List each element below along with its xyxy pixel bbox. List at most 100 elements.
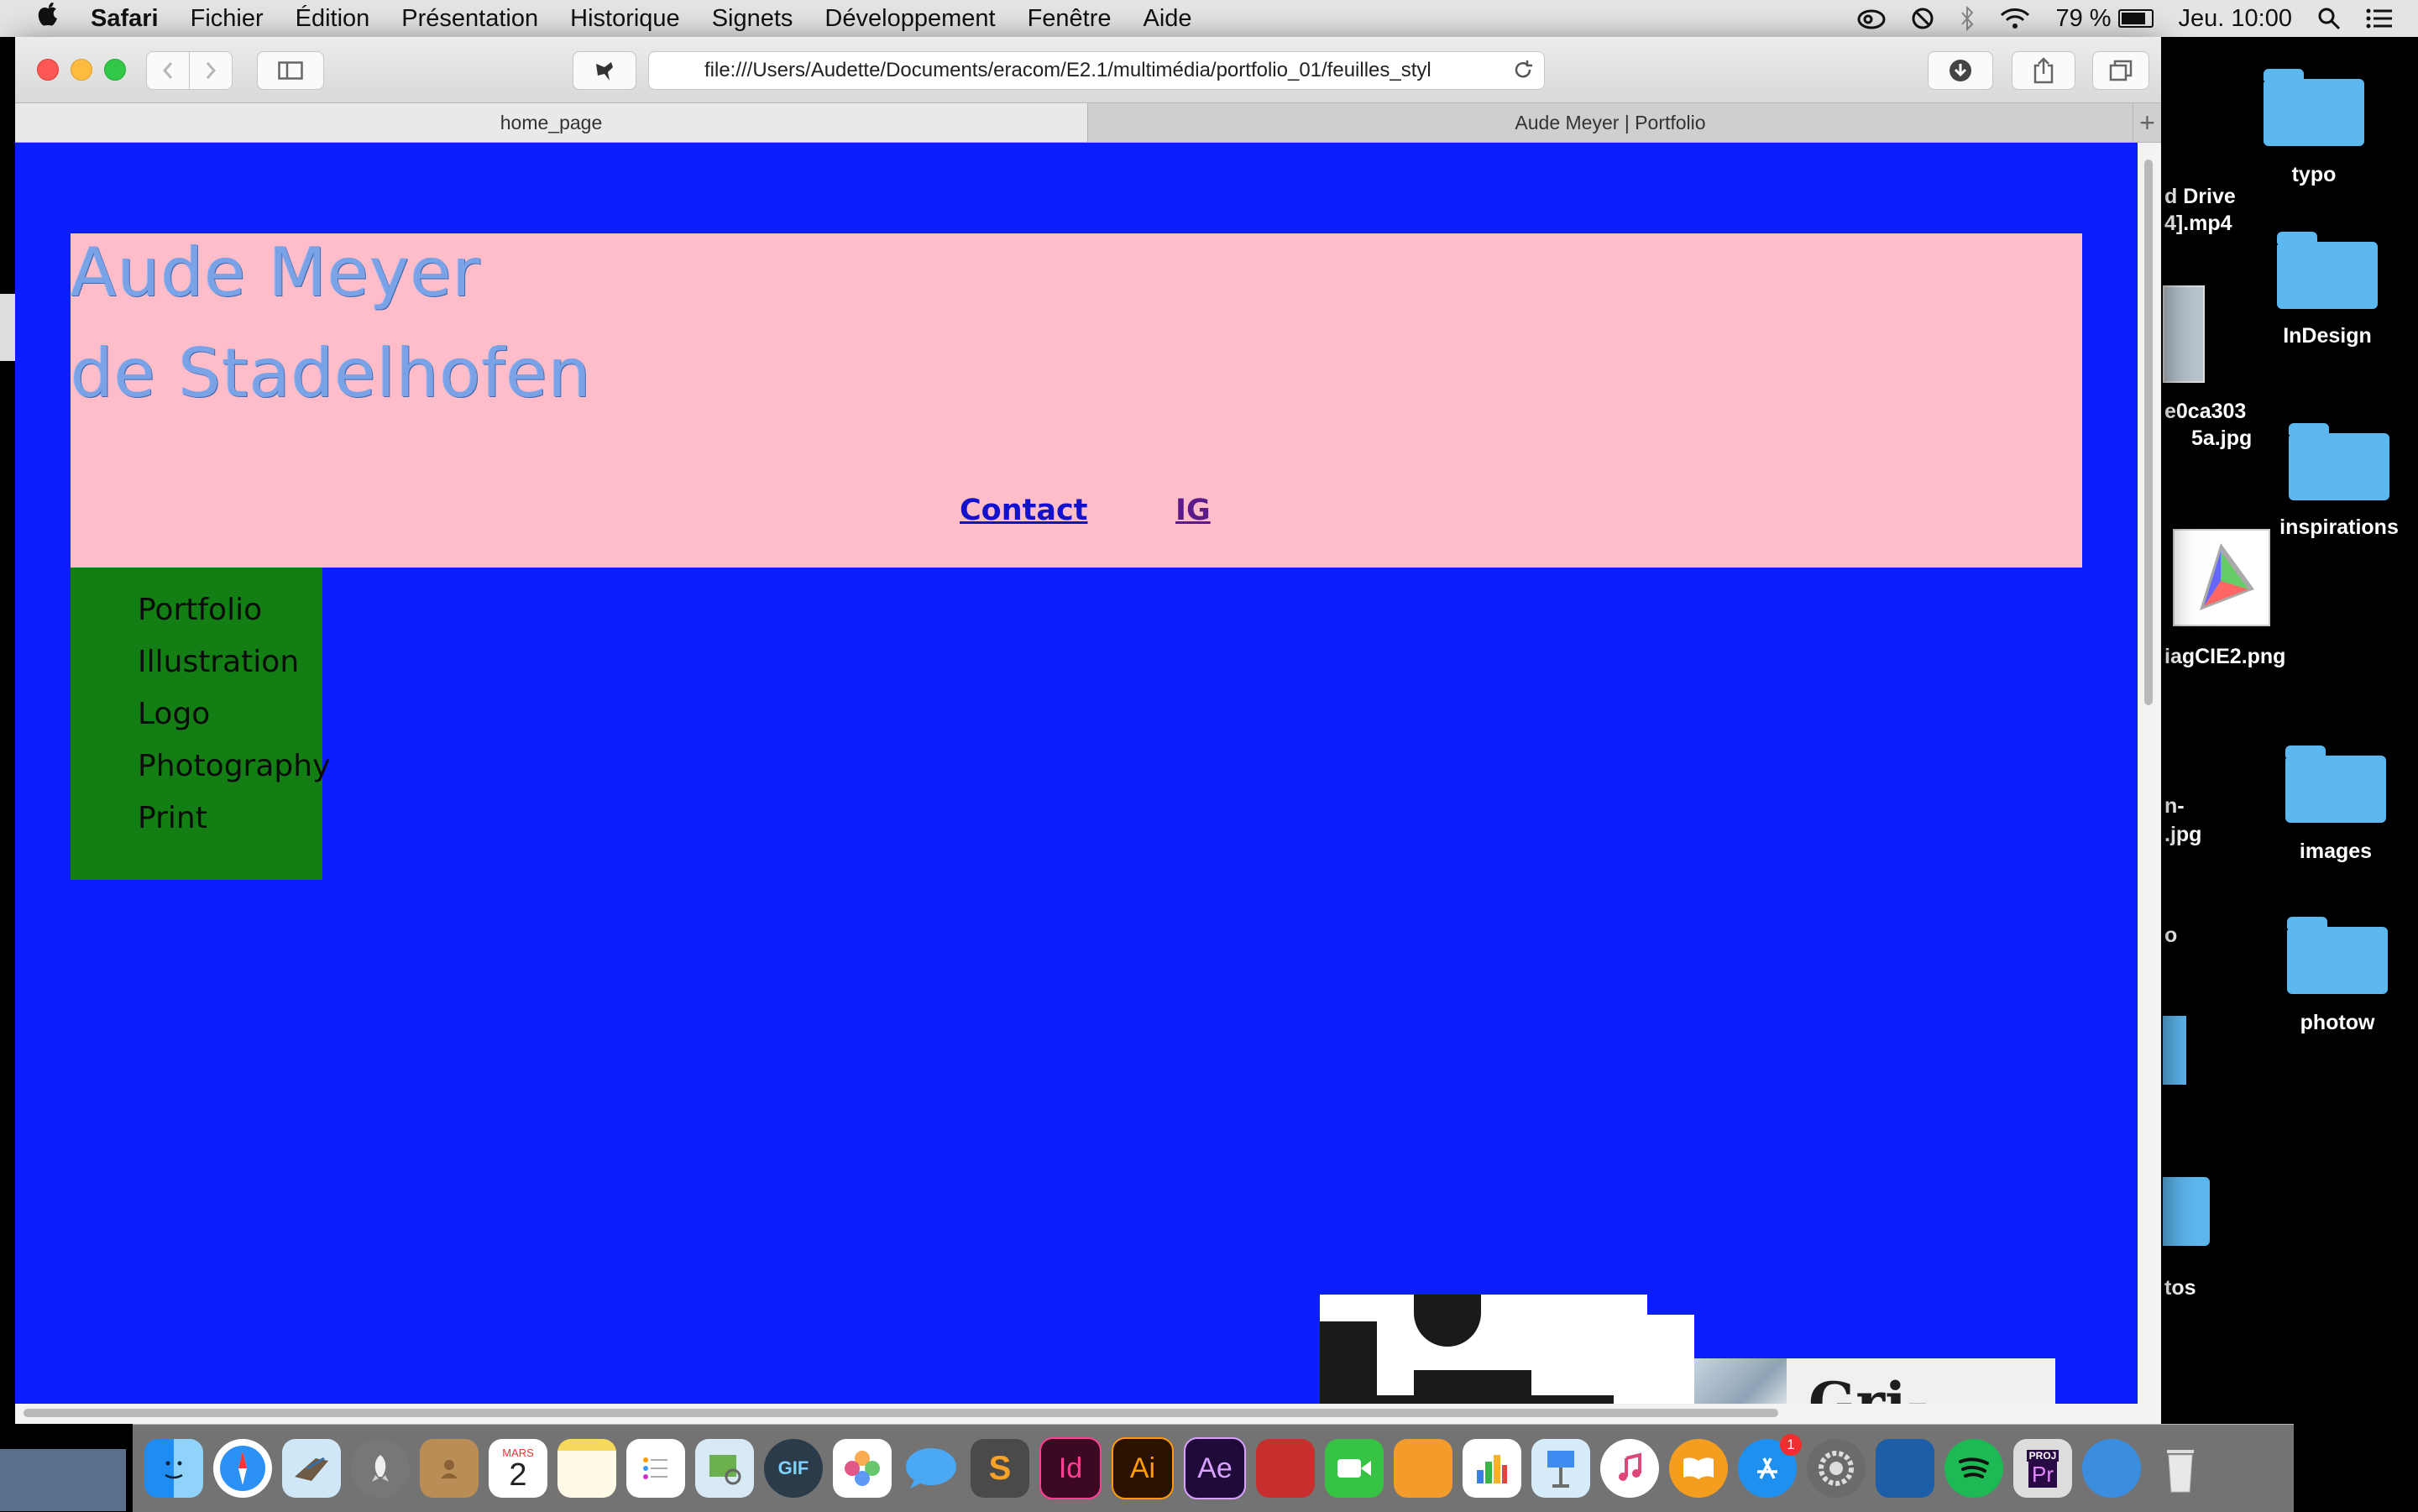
premiere-project-icon[interactable]: PROJ Pr bbox=[2013, 1439, 2072, 1498]
app-store-icon[interactable]: 1 bbox=[1738, 1434, 1802, 1498]
nav-portfolio[interactable]: Portfolio bbox=[138, 593, 262, 627]
nav-photography[interactable]: Photography bbox=[138, 749, 330, 783]
nav-illustration[interactable]: Illustration bbox=[138, 645, 299, 679]
dock-left-items[interactable] bbox=[0, 1449, 126, 1511]
safari-icon[interactable] bbox=[213, 1439, 272, 1498]
desktop-folder-inspirations[interactable]: inspirations bbox=[2279, 421, 2399, 540]
desktop-folder-images[interactable]: images bbox=[2285, 744, 2386, 864]
stuffit-icon[interactable] bbox=[1256, 1439, 1315, 1498]
wifi-icon[interactable] bbox=[2000, 7, 2030, 30]
desktop-file-label[interactable]: .jpg bbox=[2164, 823, 2201, 847]
extension-button[interactable] bbox=[573, 51, 636, 90]
notification-center-icon[interactable] bbox=[2366, 8, 2393, 29]
url-text[interactable]: file:///Users/Audette/Documents/eracom/E… bbox=[704, 59, 1460, 82]
nav-logo[interactable]: Logo bbox=[138, 697, 210, 731]
gif-app-icon[interactable]: GIF bbox=[764, 1439, 823, 1498]
desktop-file-label[interactable]: o bbox=[2164, 923, 2177, 948]
address-bar[interactable]: file:///Users/Audette/Documents/eracom/E… bbox=[648, 51, 1545, 90]
tab-portfolio[interactable]: Aude Meyer | Portfolio bbox=[1088, 103, 2133, 142]
menu-historique[interactable]: Historique bbox=[570, 5, 680, 33]
menu-presentation[interactable]: Présentation bbox=[401, 5, 538, 33]
do-not-disturb-icon[interactable] bbox=[1911, 7, 1934, 30]
menu-fichier[interactable]: Fichier bbox=[191, 5, 264, 33]
minimize-window-button[interactable] bbox=[71, 59, 92, 81]
desktop-file-label[interactable]: tos bbox=[2164, 1276, 2196, 1300]
launchpad-icon[interactable] bbox=[351, 1439, 410, 1498]
pages-icon[interactable] bbox=[1394, 1439, 1452, 1498]
illustrator-icon[interactable]: Ai bbox=[1112, 1437, 1174, 1499]
new-tab-button[interactable]: + bbox=[2133, 103, 2161, 142]
contact-link[interactable]: Contact bbox=[960, 494, 1087, 527]
desktop-file-label[interactable]: 4].mp4 bbox=[2164, 212, 2232, 236]
finder-icon[interactable] bbox=[144, 1439, 203, 1498]
reminders-icon[interactable] bbox=[626, 1439, 685, 1498]
close-window-button[interactable] bbox=[37, 59, 59, 81]
numbers-icon[interactable] bbox=[1463, 1439, 1521, 1498]
scroll-thumb[interactable] bbox=[2144, 160, 2153, 705]
portfolio-image-typography[interactable] bbox=[1320, 1295, 1694, 1404]
after-effects-icon[interactable]: Ae bbox=[1184, 1437, 1246, 1499]
tab-home-page[interactable]: home_page bbox=[15, 103, 1088, 142]
desktop-edge-item[interactable] bbox=[0, 294, 15, 361]
desktop-file-label[interactable]: d Drive bbox=[2164, 185, 2236, 209]
mail-icon[interactable] bbox=[282, 1439, 341, 1498]
creative-cloud-icon[interactable] bbox=[1857, 8, 1886, 29]
indesign-icon[interactable]: Id bbox=[1039, 1437, 1102, 1499]
preview-icon[interactable] bbox=[695, 1439, 754, 1498]
menu-developpement[interactable]: Développement bbox=[824, 5, 995, 33]
portfolio-image-poster[interactable]: Gri- bbox=[1694, 1358, 2055, 1404]
desktop-folder-photow[interactable]: photow bbox=[2287, 915, 2388, 1035]
menu-signets[interactable]: Signets bbox=[712, 5, 793, 33]
ig-link[interactable]: IG bbox=[1175, 494, 1211, 527]
globe-icon[interactable] bbox=[2082, 1439, 2141, 1498]
share-icon bbox=[2033, 57, 2054, 84]
calendar-icon[interactable]: MARS 2 bbox=[489, 1439, 547, 1498]
desktop-file-label[interactable]: 5a.jpg bbox=[2191, 426, 2252, 451]
desktop-file-label[interactable]: iagCIE2.png bbox=[2164, 645, 2285, 669]
keynote-icon[interactable] bbox=[1531, 1439, 1590, 1498]
proj-label: PROJ bbox=[2026, 1449, 2059, 1462]
desktop-folder-typo[interactable]: typo bbox=[2264, 67, 2364, 187]
facetime-icon[interactable] bbox=[1325, 1439, 1384, 1498]
notes-icon[interactable] bbox=[557, 1439, 616, 1498]
ibooks-icon[interactable] bbox=[1669, 1439, 1728, 1498]
menu-app-name[interactable]: Safari bbox=[91, 5, 159, 33]
desktop-file-label[interactable]: e0ca303 bbox=[2164, 400, 2246, 424]
trash-icon[interactable] bbox=[2151, 1439, 2210, 1498]
bluetooth-icon[interactable] bbox=[1960, 6, 1975, 31]
downloads-button[interactable] bbox=[1928, 51, 1993, 90]
scroll-thumb[interactable] bbox=[24, 1409, 1778, 1417]
back-button[interactable] bbox=[146, 51, 190, 90]
apple-menu-icon[interactable] bbox=[34, 1, 62, 36]
download-icon bbox=[1950, 60, 1971, 81]
spotify-icon[interactable] bbox=[1944, 1439, 2003, 1498]
horizontal-scrollbar[interactable] bbox=[15, 1404, 2161, 1424]
desktop-folder-partial[interactable] bbox=[2163, 1177, 2210, 1246]
sublime-text-icon[interactable]: S bbox=[971, 1439, 1029, 1498]
desktop-folder-partial[interactable] bbox=[2163, 1016, 2186, 1085]
menu-aide[interactable]: Aide bbox=[1144, 5, 1192, 33]
forward-button[interactable] bbox=[189, 51, 233, 90]
desktop-folder-indesign[interactable]: InDesign bbox=[2277, 230, 2378, 348]
zoom-window-button[interactable] bbox=[104, 59, 126, 81]
nav-print[interactable]: Print bbox=[138, 801, 207, 835]
vertical-scrollbar[interactable] bbox=[2138, 143, 2161, 1404]
itunes-icon[interactable] bbox=[1600, 1439, 1659, 1498]
battery-status[interactable]: 79 % bbox=[2055, 5, 2154, 33]
desktop-file-label[interactable]: n- bbox=[2164, 794, 2185, 819]
reload-icon[interactable] bbox=[1512, 59, 1534, 86]
messages-icon[interactable] bbox=[902, 1439, 960, 1498]
share-button[interactable] bbox=[2012, 51, 2075, 90]
migration-assistant-icon[interactable] bbox=[1876, 1439, 1934, 1498]
menu-fenetre[interactable]: Fenêtre bbox=[1028, 5, 1112, 33]
contacts-icon[interactable] bbox=[420, 1439, 479, 1498]
color-diagram-thumbnail[interactable] bbox=[2173, 529, 2270, 626]
sidebar-toggle-button[interactable] bbox=[257, 51, 324, 90]
menu-edition[interactable]: Édition bbox=[296, 5, 370, 33]
spotlight-search-icon[interactable] bbox=[2317, 7, 2341, 30]
show-tabs-button[interactable] bbox=[2092, 51, 2149, 90]
photos-icon[interactable] bbox=[833, 1439, 892, 1498]
clock[interactable]: Jeu. 10:00 bbox=[2179, 5, 2292, 33]
desktop-file-thumbnail[interactable] bbox=[2163, 285, 2205, 383]
system-preferences-icon[interactable] bbox=[1807, 1439, 1866, 1498]
